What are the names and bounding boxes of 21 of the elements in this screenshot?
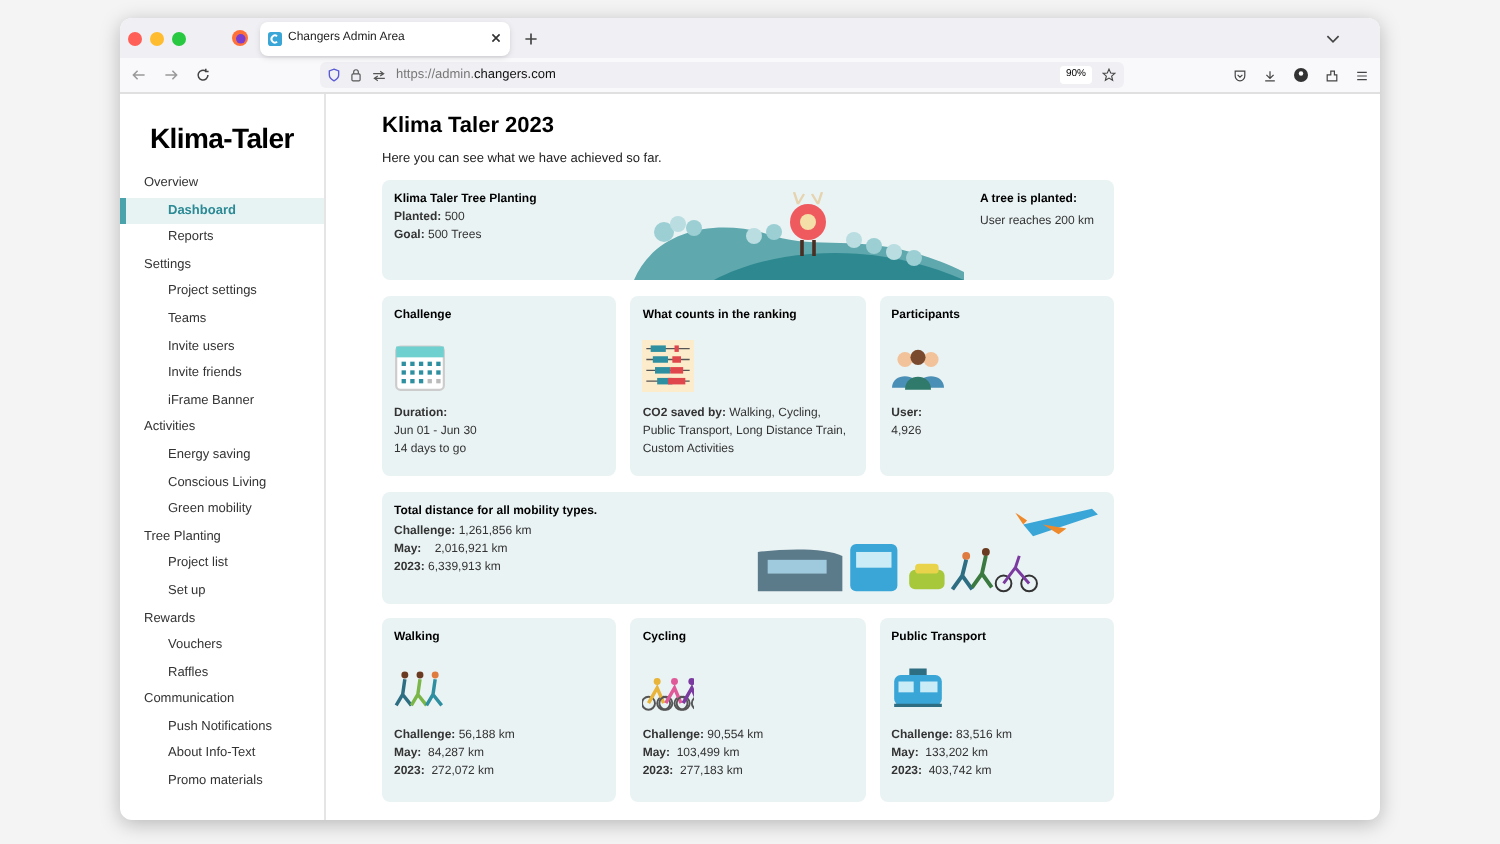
forward-icon[interactable] [164,68,178,82]
back-icon[interactable] [132,68,146,82]
shield-icon [328,68,340,82]
permissions-icon [372,69,386,81]
page-title: Klima Taler 2023 [382,112,557,142]
new-tab-icon[interactable] [524,31,538,45]
close-window-button[interactable] [128,31,142,45]
close-tab-icon[interactable] [490,32,502,44]
bookmark-star-icon[interactable] [1102,68,1116,82]
reload-icon[interactable] [196,68,210,82]
app-logo: Klima-Taler [148,120,296,158]
menu-icon[interactable] [1356,69,1368,81]
lock-icon [350,68,362,82]
extensions-icon[interactable] [1326,69,1338,81]
download-icon[interactable] [1264,69,1276,81]
browser-logo-icon [232,30,248,46]
abacus-icon [642,340,695,393]
account-icon[interactable] [1294,68,1308,82]
chevron-down-icon[interactable] [1326,31,1340,45]
site-favicon-icon [268,31,282,45]
calendar-icon [394,340,446,393]
